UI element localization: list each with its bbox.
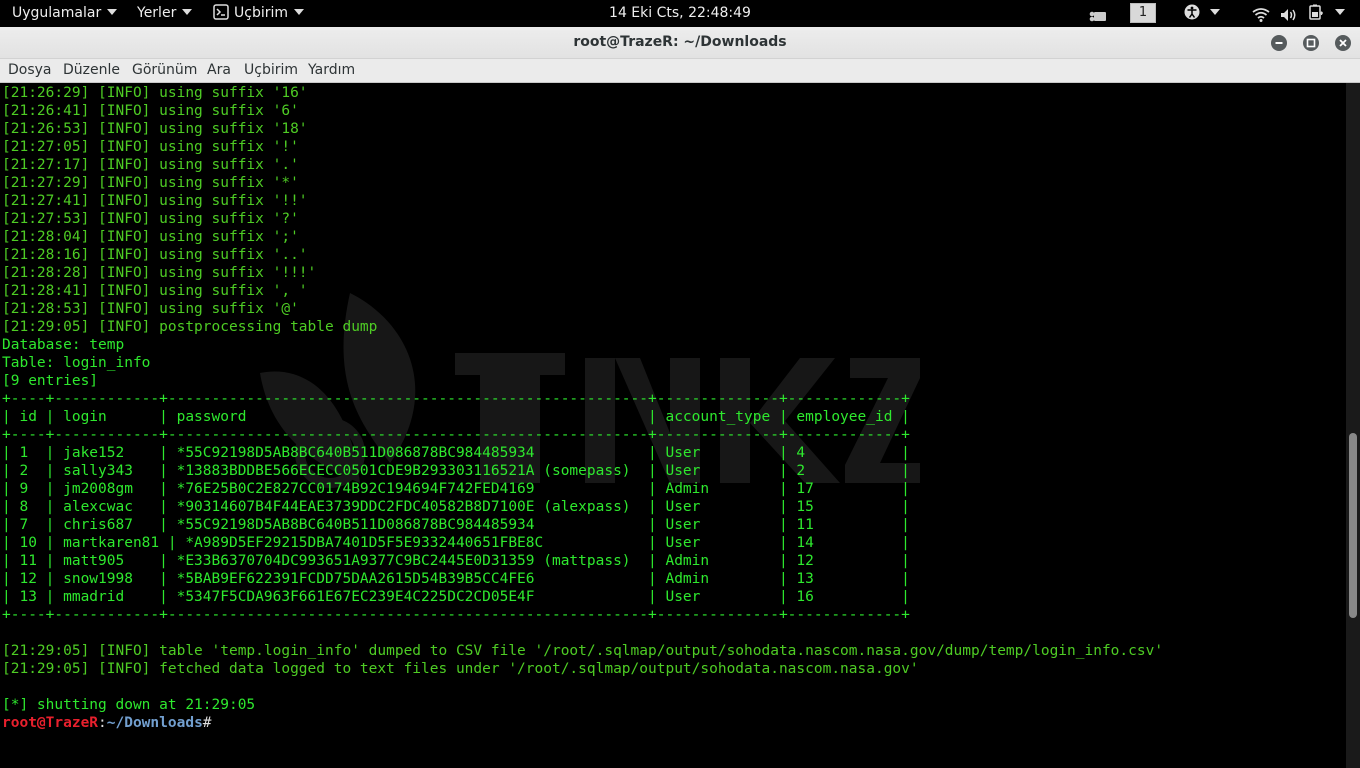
terminal-line: | 13 | mmadrid | *5347F5CDA963F661E67EC2… [2,589,910,605]
minimize-button[interactable] [1271,35,1287,51]
terminal-line: | 12 | snow1998 | *5BAB9EF622391FCDD75DA… [2,571,910,587]
places-label: Yerler [137,5,177,21]
terminal-line: | 2 | sally343 | *13883BDDBE566ECECC0501… [2,463,910,479]
menu-ara[interactable]: Ara [207,59,231,82]
shell-prompt[interactable]: root@TrazeR:~/Downloads# [2,714,1163,732]
chevron-down-icon [1210,9,1220,15]
terminal-icon [213,4,229,20]
places-menu[interactable]: Yerler [137,0,193,27]
volume-icon[interactable] [1280,5,1298,23]
terminal-cursor [212,714,221,730]
terminal-line: [21:29:05] [INFO] fetched data logged to… [2,661,919,677]
accessibility-icon [1184,4,1200,20]
terminal-line: +----+------------+---------------------… [2,391,910,407]
camera-icon[interactable] [1089,6,1107,22]
terminal-line: [21:28:41] [INFO] using suffix ', ' [2,283,308,299]
terminal-output[interactable]: [21:26:29] [INFO] using suffix '16' [21:2… [0,83,1346,768]
window-title: root@TrazeR: ~/Downloads [573,34,787,50]
window-titlebar[interactable]: root@TrazeR: ~/Downloads [0,27,1360,59]
terminal-line: [21:29:05] [INFO] postprocessing table d… [2,319,378,335]
menu-bar: Dosya Düzenle Görünüm Ara Uçbirim Yardım [0,59,1360,83]
volume-icon-svg [1281,9,1296,21]
applications-label: Uygulamalar [12,5,102,21]
scrollbar[interactable] [1346,83,1360,768]
terminal-line: [21:27:41] [INFO] using suffix '!!' [2,193,308,209]
terminal-line: | 8 | alexcwac | *90314607B4F44EAE3739DD… [2,499,910,515]
wifi-icon[interactable] [1252,5,1270,23]
menu-yardim[interactable]: Yardım [308,59,355,82]
terminal-line: +----+------------+---------------------… [2,427,910,443]
terminal-line: [21:27:29] [INFO] using suffix '*' [2,175,299,191]
maximize-icon [1306,38,1316,48]
terminal-line: [21:27:53] [INFO] using suffix '?' [2,211,299,227]
terminal-line: [21:28:16] [INFO] using suffix '..' [2,247,308,263]
terminal-line: [21:26:41] [INFO] using suffix '6' [2,103,299,119]
prompt-path: ~/Downloads [106,715,203,731]
terminal-line: [21:28:04] [INFO] using suffix ';' [2,229,299,245]
battery-icon [1309,4,1323,20]
terminal-line: Database: temp [2,337,125,353]
applications-menu[interactable]: Uygulamalar [12,0,118,27]
terminal-line: | 10 | martkaren81 | *A989D5EF29215DBA74… [2,535,910,551]
menu-ucbirim[interactable]: Uçbirim [244,59,298,82]
chevron-down-icon [107,9,118,15]
terminal-line: [21:27:17] [INFO] using suffix '.' [2,157,299,173]
close-button[interactable] [1335,35,1351,51]
menu-dosya[interactable]: Dosya [8,59,52,82]
accessibility-menu[interactable] [1184,0,1220,27]
terminal-line: [21:27:05] [INFO] using suffix '!' [2,139,299,155]
prompt-user: root@TrazeR [2,715,99,731]
minimize-icon [1275,42,1283,44]
terminal-line: [*] shutting down at 21:29:05 [2,697,256,713]
prompt-separator: : [98,715,107,731]
clock[interactable]: 14 Eki Cts, 22:48:49 [0,0,1360,27]
menu-gorunum[interactable]: Görünüm [132,59,197,82]
terminal-line: | 9 | jm2008gm | *76E25B0C2E827CC0174B92… [2,481,910,497]
terminal-line: [21:26:53] [INFO] using suffix '18' [2,121,308,137]
terminal-line: [9 entries] [2,373,99,389]
prompt-symbol: # [202,715,212,731]
terminal-line: [21:26:29] [INFO] using suffix '16' [2,85,308,101]
terminal-line: | 7 | chris687 | *55C92198D5AB8BC640B511… [2,517,910,533]
chevron-down-icon [1335,9,1345,15]
terminal-line: | 1 | jake152 | *55C92198D5AB8BC640B511D… [2,445,910,461]
terminal-line: [21:28:28] [INFO] using suffix '!!!' [2,265,317,281]
system-menu[interactable] [1308,0,1345,27]
terminal-app-menu[interactable]: Uçbirim [213,0,305,27]
chevron-down-icon [294,9,305,15]
wifi-icon-svg [1252,8,1270,22]
terminal-line: [21:28:53] [INFO] using suffix '@' [2,301,299,317]
close-icon [1339,39,1347,47]
terminal-lines: [21:26:29] [INFO] using suffix '16' [21:2… [2,84,1163,732]
scrollbar-thumb[interactable] [1349,433,1357,618]
chevron-down-icon [182,9,193,15]
top-panel: Uygulamalar Yerler Uçbirim 14 Eki Cts, 2… [0,0,1360,27]
camera-icon-svg [1089,11,1106,22]
terminal-line: | id | login | password | account_type |… [2,409,910,425]
terminal-line: +----+------------+---------------------… [2,607,910,623]
terminal-line: [21:29:05] [INFO] table 'temp.login_info… [2,643,1164,659]
terminal-line: Table: login_info [2,355,151,371]
terminal-app-label: Uçbirim [234,5,289,21]
terminal-line: | 11 | matt905 | *E33B6370704DC993651A93… [2,553,910,569]
menu-duzenle[interactable]: Düzenle [63,59,120,82]
maximize-button[interactable] [1303,35,1319,51]
workspace-indicator[interactable]: 1 [1130,3,1156,23]
